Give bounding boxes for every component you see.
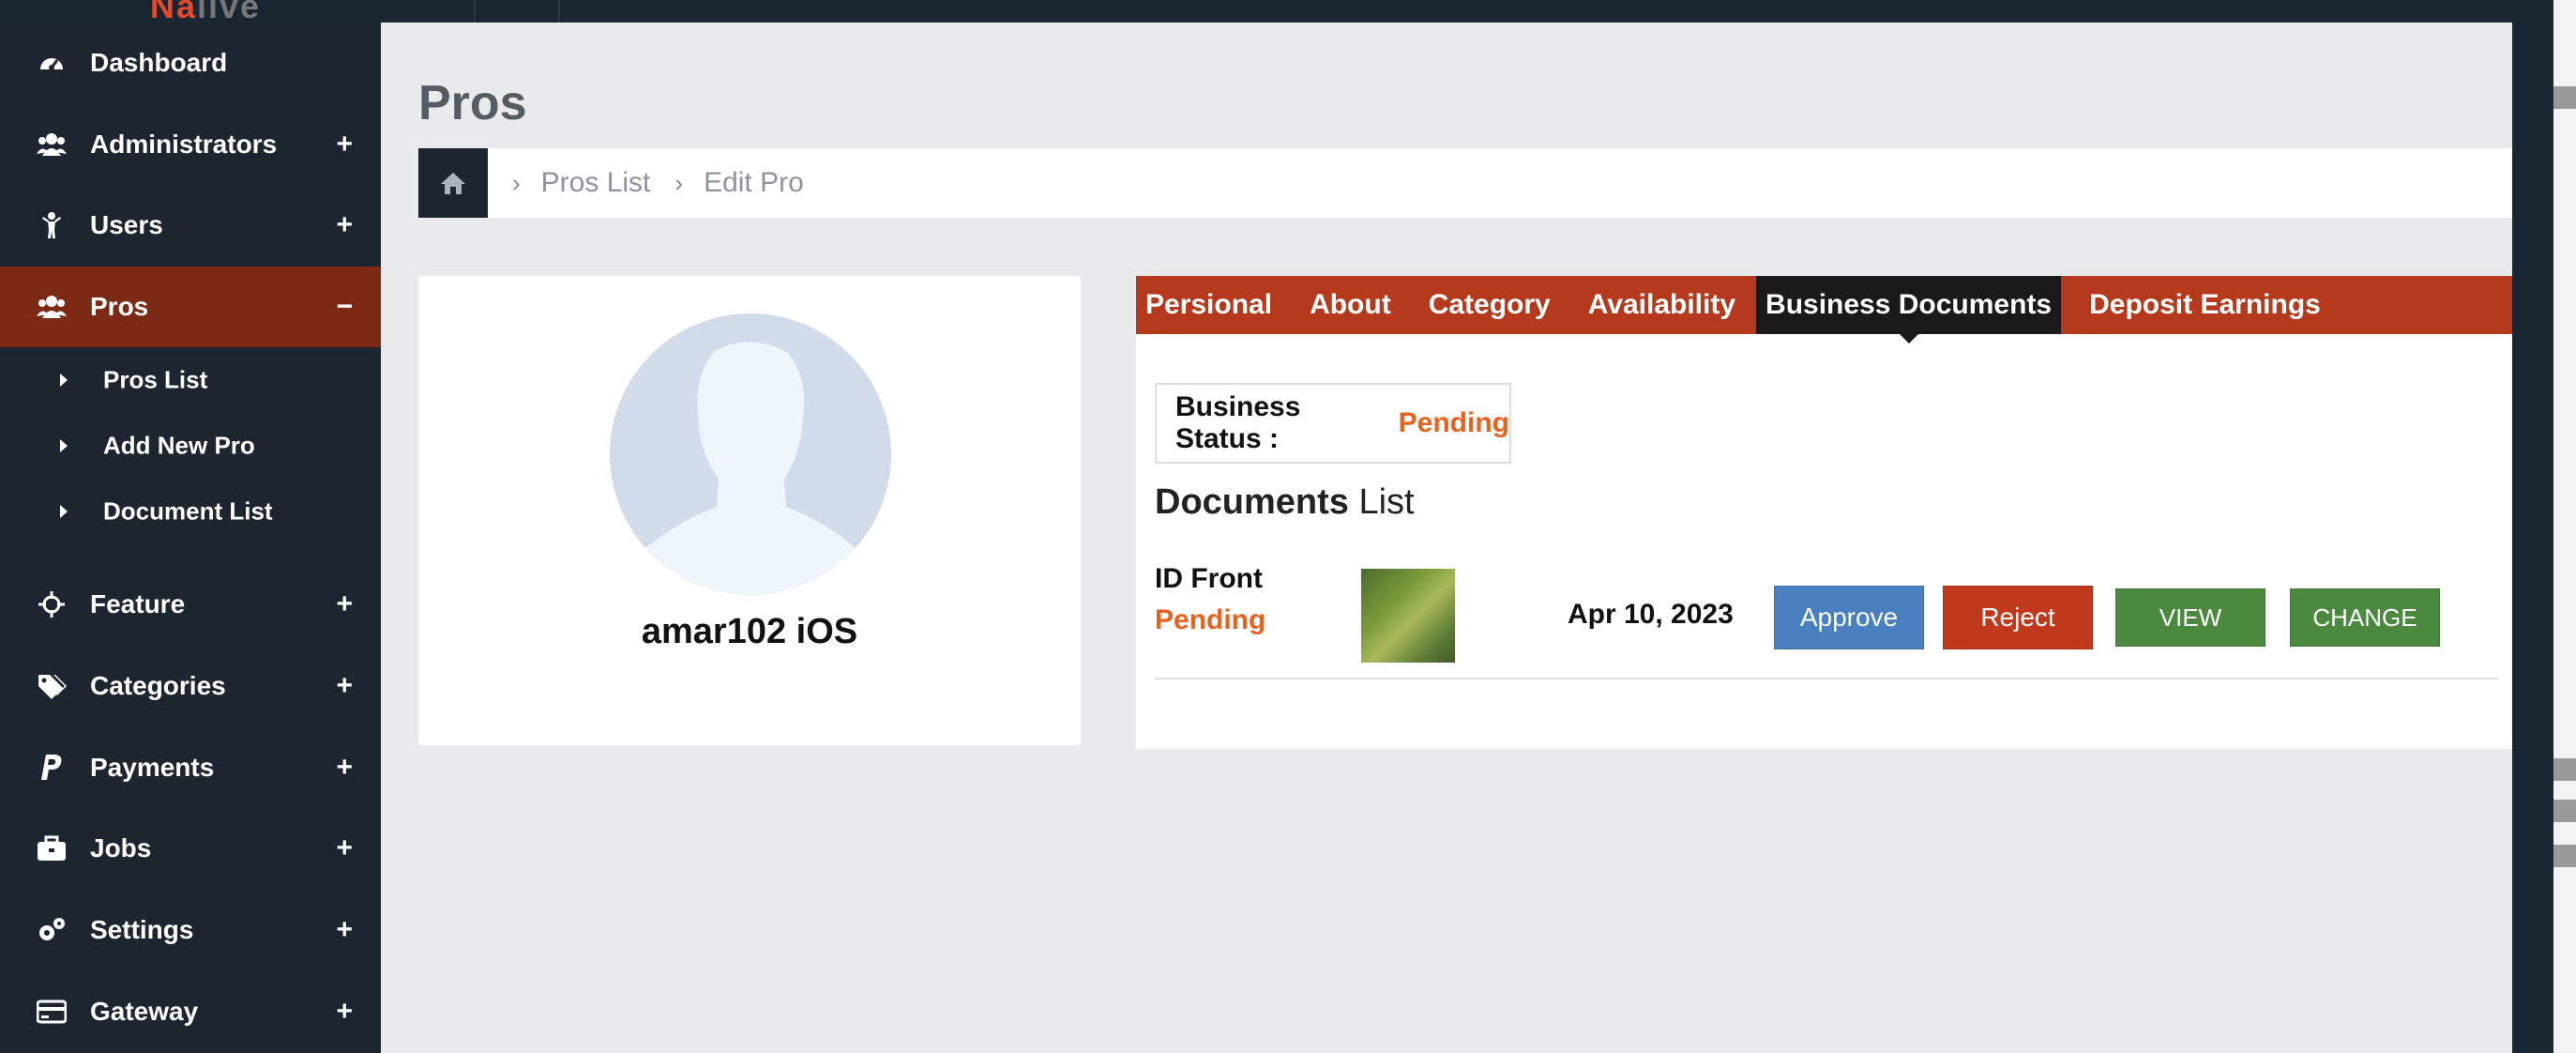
tab-availability[interactable]: Availability: [1579, 276, 1745, 334]
avatar: [610, 313, 891, 595]
sidebar-item-label: Feature: [90, 589, 186, 618]
tab-deposit-earnings[interactable]: Deposit Earnings: [2080, 276, 2330, 334]
sidebar-item-label: Administrators: [90, 130, 278, 159]
sidebar-item-label: Users: [90, 210, 163, 239]
main-content: Pros › Pros List › Edit Pro amar102 iOS …: [381, 23, 2555, 1053]
sidebar-item-dashboard[interactable]: Dashboard: [0, 25, 381, 100]
tab-bar: Persional About Category Availability Bu…: [1136, 276, 2518, 334]
change-button[interactable]: CHANGE: [2290, 588, 2440, 647]
profile-name: amar102 iOS: [641, 612, 858, 651]
credit-card-icon: [36, 996, 68, 1028]
documents-list-title: Documents List: [1155, 482, 1415, 523]
submenu-item-pros-list[interactable]: Pros List: [0, 349, 381, 411]
sidebar-item-pros[interactable]: Pros −: [0, 267, 381, 347]
expand-icon[interactable]: +: [336, 129, 353, 160]
sidebar-item-label: Dashboard: [90, 48, 228, 77]
reject-button[interactable]: Reject: [1943, 586, 2093, 649]
caret-right-icon: [60, 505, 68, 518]
documents-title-rest: List: [1358, 482, 1415, 522]
expand-icon[interactable]: +: [336, 588, 353, 620]
user-silhouette-icon: [645, 342, 856, 595]
expand-icon[interactable]: +: [336, 996, 353, 1028]
sidebar-item-categories[interactable]: Categories +: [0, 649, 381, 724]
breadcrumb-home[interactable]: [418, 148, 488, 218]
background-window-bar: [2553, 800, 2576, 822]
document-row: ID Front Pending Apr 10, 2023 Approve Re…: [1155, 557, 2498, 679]
expand-icon[interactable]: +: [336, 752, 353, 784]
tabs-panel: Persional About Category Availability Bu…: [1136, 276, 2518, 749]
caret-right-icon: [60, 374, 68, 387]
expand-icon[interactable]: +: [336, 670, 353, 702]
users-group-icon: [36, 291, 68, 323]
breadcrumb: › Pros List › Edit Pro: [418, 148, 2555, 218]
collapse-icon[interactable]: −: [336, 291, 353, 323]
sidebar-item-users[interactable]: Users +: [0, 188, 381, 263]
view-button[interactable]: VIEW: [2115, 588, 2265, 647]
sidebar-item-label: Categories: [90, 671, 226, 700]
background-window-bar: [2553, 758, 2576, 781]
submenu-item-document-list[interactable]: Document List: [0, 481, 381, 542]
tab-category[interactable]: Category: [1419, 276, 1560, 334]
submenu-item-add-new-pro[interactable]: Add New Pro: [0, 415, 381, 477]
sidebar-item-label: Pros: [90, 292, 149, 321]
document-thumbnail[interactable]: [1361, 569, 1455, 663]
submenu-item-label: Pros List: [103, 365, 208, 394]
page-title: Pros: [418, 76, 527, 130]
document-date: Apr 10, 2023: [1568, 599, 1734, 630]
sidebar-item-label: Gateway: [90, 997, 199, 1026]
breadcrumb-pros-list[interactable]: Pros List: [541, 167, 651, 199]
tab-about[interactable]: About: [1300, 276, 1401, 334]
caret-right-icon: [60, 439, 68, 452]
document-status: Pending: [1155, 604, 1266, 635]
topbar-divider: [558, 0, 560, 23]
business-status-value: Pending: [1398, 407, 1509, 438]
documents-title-bold: Documents: [1155, 482, 1349, 522]
background-window-bar: [2553, 86, 2576, 109]
profile-card: amar102 iOS: [418, 276, 1081, 745]
breadcrumb-edit-pro: Edit Pro: [704, 167, 804, 198]
submenu-item-label: Add New Pro: [103, 431, 255, 460]
home-icon: [441, 173, 465, 194]
document-name: ID Front: [1155, 563, 1263, 594]
tab-persional[interactable]: Persional: [1136, 276, 1281, 334]
expand-icon[interactable]: +: [336, 209, 353, 241]
business-status-box: Business Status : Pending: [1155, 383, 1511, 464]
chevron-right-icon: ›: [512, 168, 521, 197]
background-window-edge: [2512, 0, 2576, 1053]
users-group-icon: [36, 129, 68, 160]
approve-button[interactable]: Approve: [1774, 586, 1924, 649]
sidebar-item-settings[interactable]: Settings +: [0, 893, 381, 968]
crosshair-icon: [36, 588, 68, 620]
gears-icon: [36, 914, 68, 946]
chevron-right-icon: ›: [674, 168, 684, 197]
background-window-bar: [2553, 845, 2576, 867]
sidebar-item-label: Settings: [90, 915, 194, 944]
sidebar-item-label: Payments: [90, 753, 215, 782]
sidebar-item-jobs[interactable]: Jobs +: [0, 811, 381, 886]
sidebar-item-administrators[interactable]: Administrators +: [0, 107, 381, 182]
sidebar-item-feature[interactable]: Feature +: [0, 567, 381, 642]
expand-icon[interactable]: +: [336, 832, 353, 864]
pros-submenu: Pros List Add New Pro Document List: [0, 349, 381, 561]
sidebar-item-payments[interactable]: Payments +: [0, 730, 381, 805]
submenu-item-label: Document List: [103, 496, 273, 526]
expand-icon[interactable]: +: [336, 914, 353, 946]
user-icon: [36, 209, 68, 241]
dashboard-icon: [36, 47, 68, 79]
top-bar: Nalive: [0, 0, 2576, 25]
tab-business-documents[interactable]: Business Documents: [1756, 276, 2062, 334]
sidebar-item-label: Jobs: [90, 833, 152, 862]
tags-icon: [36, 670, 68, 702]
paypal-icon: [36, 752, 68, 784]
background-window-panel: [2553, 0, 2576, 1053]
business-status-label: Business Status :: [1175, 391, 1301, 454]
sidebar: Dashboard Administrators + Users + Pros …: [0, 23, 381, 1053]
sidebar-item-gateway[interactable]: Gateway +: [0, 974, 381, 1049]
briefcase-icon: [36, 832, 68, 864]
topbar-divider: [474, 0, 476, 23]
